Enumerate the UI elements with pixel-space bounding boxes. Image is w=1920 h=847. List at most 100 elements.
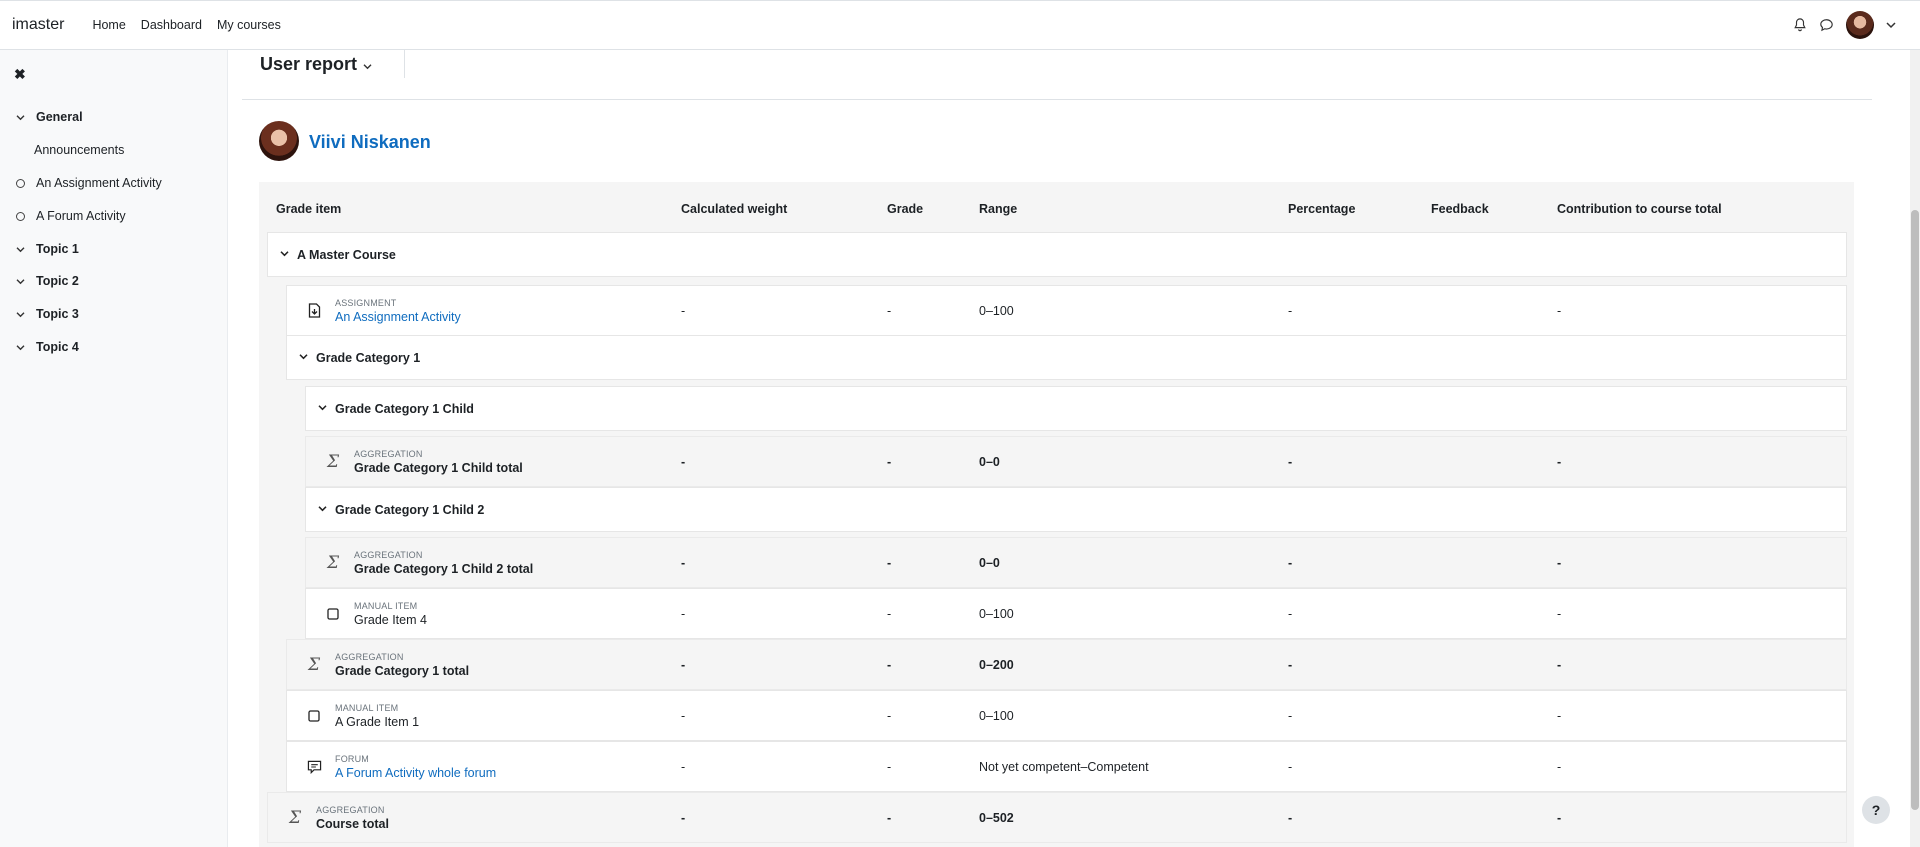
sidebar-section-topic-1[interactable]: Topic 1	[16, 242, 79, 256]
manual-item-icon	[303, 709, 325, 722]
item-type-label: ASSIGNMENT	[335, 297, 397, 308]
grade-item-name: Grade Category 1 total	[335, 663, 470, 678]
grade-item-name: Grade Category 1 Child total	[354, 460, 523, 475]
cell-range: 0–100	[979, 606, 1014, 621]
nav-home[interactable]: Home	[92, 18, 125, 32]
category-row-grade-category-1: Grade Category 1	[286, 335, 1847, 380]
user-name-link[interactable]: Viivi Niskanen	[309, 132, 431, 153]
cell-contribution: -	[1557, 810, 1562, 825]
cell-range: Not yet competent–Competent	[979, 759, 1149, 774]
cell-contribution: -	[1557, 555, 1562, 570]
cell-percentage: -	[1288, 810, 1293, 825]
nav-dashboard[interactable]: Dashboard	[141, 18, 202, 32]
divider	[404, 50, 405, 78]
grade-item-link[interactable]: An Assignment Activity	[335, 310, 461, 324]
sidebar-section-label: General	[36, 110, 83, 124]
cell-weight: -	[681, 657, 686, 672]
cell-weight: -	[681, 555, 686, 570]
sidebar-section-label: Topic 3	[36, 307, 79, 321]
forum-icon	[303, 760, 325, 774]
cell-weight: -	[681, 303, 686, 318]
cell-weight: -	[681, 759, 686, 774]
cell-percentage: -	[1288, 657, 1293, 672]
cell-grade: -	[887, 606, 892, 621]
chevron-down-icon	[280, 249, 289, 260]
sidebar-item-label: Announcements	[34, 143, 125, 157]
grade-item-name: Course total	[316, 816, 389, 831]
scrollbar-thumb[interactable]	[1911, 210, 1919, 810]
sidebar-section-label: Topic 1	[36, 242, 79, 256]
sidebar-section-topic-3[interactable]: Topic 3	[16, 307, 79, 321]
cell-range: 0–0	[979, 454, 1000, 469]
item-type-label: MANUAL ITEM	[335, 702, 399, 713]
item-type-label: AGGREGATION	[316, 804, 385, 815]
cell-range: 0–0	[979, 555, 1000, 570]
cell-percentage: -	[1288, 759, 1293, 774]
cell-contribution: -	[1557, 708, 1562, 723]
table-row-course-total: Σ AGGREGATION Course total - - 0–502 - -	[267, 792, 1847, 843]
column-header-weight: Calculated weight	[681, 202, 788, 216]
help-button[interactable]: ?	[1862, 796, 1890, 824]
category-title: A Master Course	[297, 247, 396, 262]
sidebar-section-label: Topic 2	[36, 274, 79, 288]
chevron-down-icon	[16, 242, 26, 256]
grade-table: Grade item Calculated weight Grade Range…	[259, 182, 1854, 847]
chevron-down-icon	[16, 307, 26, 321]
close-drawer-icon[interactable]: ✖	[14, 66, 26, 83]
category-toggle[interactable]: Grade Category 1 Child 2	[318, 503, 484, 517]
chevron-down-icon	[16, 110, 26, 124]
cell-contribution: -	[1557, 303, 1562, 318]
cell-range: 0–502	[979, 810, 1014, 825]
column-header-contribution: Contribution to course total	[1557, 202, 1722, 216]
cell-grade: -	[887, 555, 892, 570]
chevron-down-icon	[363, 54, 372, 75]
page-title: User report	[260, 54, 358, 74]
category-row-master-course: A Master Course	[267, 232, 1847, 277]
column-header-percentage: Percentage	[1288, 202, 1356, 216]
cell-weight: -	[681, 810, 686, 825]
sidebar-section-topic-4[interactable]: Topic 4	[16, 340, 79, 354]
cell-contribution: -	[1557, 657, 1562, 672]
top-navbar: imaster Home Dashboard My courses	[0, 0, 1920, 50]
chat-bubble-icon[interactable]	[1819, 18, 1834, 32]
table-row-aggregation: Σ AGGREGATION Grade Category 1 Child tot…	[305, 436, 1847, 487]
category-toggle[interactable]: Grade Category 1	[299, 351, 420, 365]
cell-range: 0–200	[979, 657, 1014, 672]
divider	[242, 99, 1872, 100]
category-row-grade-category-1-child: Grade Category 1 Child	[305, 386, 1847, 431]
sidebar-section-general[interactable]: General	[16, 110, 83, 124]
item-type-label: AGGREGATION	[354, 549, 423, 560]
cell-grade: -	[887, 657, 892, 672]
primary-nav: Home Dashboard My courses	[92, 18, 280, 32]
category-toggle[interactable]: Grade Category 1 Child	[318, 402, 474, 416]
chevron-down-icon	[318, 504, 327, 515]
site-brand[interactable]: imaster	[12, 16, 64, 34]
table-row: FORUM A Forum Activity whole forum - - N…	[286, 741, 1847, 792]
cell-grade: -	[887, 454, 892, 469]
chevron-down-icon[interactable]	[1886, 21, 1896, 29]
sidebar-section-topic-2[interactable]: Topic 2	[16, 274, 79, 288]
category-toggle[interactable]: A Master Course	[280, 248, 396, 262]
cell-grade: -	[887, 759, 892, 774]
cell-grade: -	[887, 708, 892, 723]
sidebar-item-assignment[interactable]: An Assignment Activity	[16, 176, 162, 190]
item-type-label: AGGREGATION	[354, 448, 423, 459]
nav-my-courses[interactable]: My courses	[217, 18, 281, 32]
sigma-icon: Σ	[326, 451, 340, 472]
table-row-aggregation: Σ AGGREGATION Grade Category 1 Child 2 t…	[305, 537, 1847, 588]
item-type-label: MANUAL ITEM	[354, 600, 418, 611]
user-avatar-menu[interactable]	[1846, 11, 1874, 39]
report-selector[interactable]: User report	[260, 54, 372, 75]
table-row-aggregation: Σ AGGREGATION Grade Category 1 total - -…	[286, 639, 1847, 690]
column-header-grade: Grade	[887, 202, 924, 216]
cell-percentage: -	[1288, 555, 1293, 570]
sidebar-item-forum[interactable]: A Forum Activity	[16, 209, 126, 223]
course-index-drawer: ✖ General Announcements An Assignment Ac…	[0, 50, 228, 847]
grade-item-link[interactable]: A Forum Activity whole forum	[335, 766, 496, 780]
cell-contribution: -	[1557, 759, 1562, 774]
sidebar-item-announcements[interactable]: Announcements	[34, 143, 124, 157]
page-scrollbar[interactable]	[1910, 50, 1920, 847]
column-header-feedback: Feedback	[1431, 202, 1489, 216]
cell-contribution: -	[1557, 454, 1562, 469]
bell-icon[interactable]	[1793, 18, 1807, 32]
